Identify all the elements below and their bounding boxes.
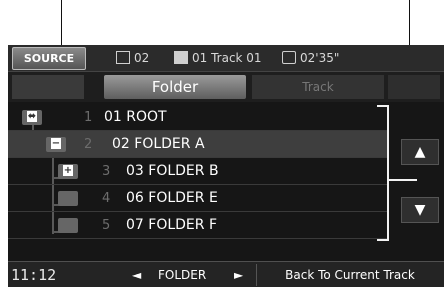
- folder-icon: [58, 191, 78, 206]
- clock: 11:12: [11, 266, 57, 284]
- source-button[interactable]: SOURCE: [12, 47, 86, 70]
- row-label: 01 ROOT: [104, 109, 167, 125]
- track-info: 01 Track 01: [192, 51, 262, 65]
- nav-folder-label: FOLDER: [158, 268, 207, 282]
- list-item[interactable]: − 2 02 FOLDER A: [8, 131, 388, 158]
- next-folder-button[interactable]: ►: [234, 264, 243, 286]
- bracket: [377, 239, 389, 241]
- row-number: 3: [102, 164, 111, 179]
- folder-number: 02: [134, 51, 150, 65]
- row-label: 06 FOLDER E: [126, 190, 218, 206]
- usb-icon: ⬌: [22, 110, 42, 125]
- back-to-current-track-button[interactable]: Back To Current Track: [256, 264, 443, 286]
- list-item[interactable]: 5 07 FOLDER F: [8, 212, 388, 239]
- bracket: [387, 179, 417, 181]
- row-label: 03 FOLDER B: [126, 163, 219, 179]
- tab-folder[interactable]: Folder: [104, 75, 246, 99]
- music-note-icon: [174, 51, 188, 64]
- status-bar: SOURCE 02 01 Track 01 02'35": [8, 45, 444, 72]
- folder-expand-icon: +: [58, 164, 78, 179]
- prev-folder-button[interactable]: ◄: [132, 264, 141, 286]
- clock-icon: [282, 51, 296, 64]
- audio-screen: SOURCE 02 01 Track 01 02'35" Folder Trac…: [8, 45, 444, 287]
- list-item[interactable]: ⬌ 1 01 ROOT: [8, 104, 388, 131]
- tab-row: Folder Track: [8, 72, 444, 102]
- bracket: [387, 105, 389, 241]
- bottom-bar: 11:12 ◄ FOLDER ► Back To Current Track: [8, 261, 444, 287]
- list-item[interactable]: 4 06 FOLDER E: [8, 185, 388, 212]
- elapsed-time: 02'35": [300, 51, 340, 65]
- back-icon-button[interactable]: [388, 75, 440, 99]
- row-number: 4: [102, 191, 111, 206]
- row-number: 2: [84, 137, 93, 152]
- row-label: 02 FOLDER A: [112, 136, 205, 152]
- folder-collapse-icon: −: [46, 137, 66, 152]
- tab-track[interactable]: Track: [252, 75, 384, 99]
- row-number: 5: [102, 218, 111, 233]
- row-number: 1: [84, 110, 93, 125]
- scroll-down-button[interactable]: ▼: [401, 197, 439, 223]
- folder-icon: [58, 218, 78, 233]
- scroll-up-button[interactable]: ▲: [401, 139, 439, 165]
- media-icon-button[interactable]: [12, 75, 84, 99]
- list-item[interactable]: + 3 03 FOLDER B: [8, 158, 388, 185]
- folder-icon: [116, 51, 130, 64]
- row-label: 07 FOLDER F: [126, 217, 217, 233]
